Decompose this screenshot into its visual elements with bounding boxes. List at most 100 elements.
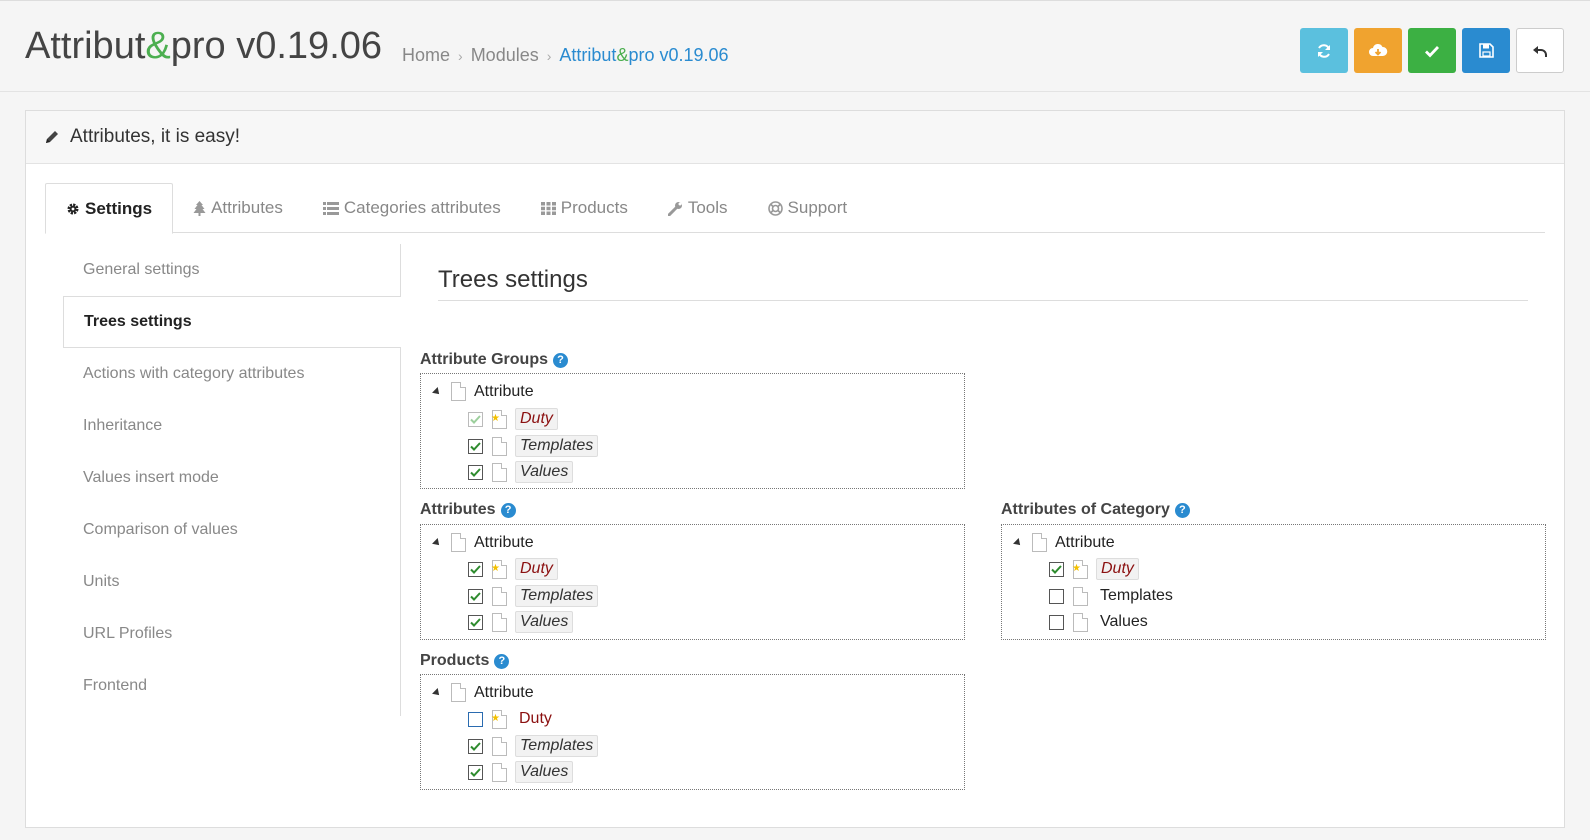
file-icon	[1073, 612, 1088, 632]
node-label[interactable]: Templates	[515, 435, 599, 457]
tree-label-products: Products?	[420, 652, 510, 670]
breadcrumb-home[interactable]: Home	[402, 45, 450, 65]
node-checkbox[interactable]	[1049, 614, 1064, 630]
node-label[interactable]: Values	[515, 761, 574, 783]
tree-node-values[interactable]: Values	[468, 610, 574, 634]
tab-label: Tools	[687, 198, 728, 217]
node-checkbox[interactable]	[468, 438, 483, 454]
sidenav-item-actions-with-category-attributes[interactable]: Actions with category attributes	[63, 348, 400, 400]
node-checkbox[interactable]	[468, 561, 483, 577]
node-label[interactable]: Templates	[515, 585, 599, 607]
panel-heading-text: Attributes, it is easy!	[70, 126, 241, 147]
tree-root-node[interactable]: Attribute	[431, 382, 534, 401]
sidenav-item-comparison-of-values[interactable]: Comparison of values	[63, 504, 400, 556]
help-icon[interactable]: ?	[1174, 502, 1190, 518]
breadcrumb-separator: ›	[458, 48, 463, 64]
tree-node-templates[interactable]: Templates	[468, 434, 599, 458]
node-checkbox[interactable]	[468, 614, 483, 630]
cloud-download-button[interactable]	[1354, 28, 1402, 73]
check-mark-icon	[470, 741, 481, 751]
node-label[interactable]: Templates	[515, 735, 599, 757]
sidenav-item-trees-settings[interactable]: Trees settings	[63, 296, 401, 348]
tree-node-values[interactable]: Values	[468, 760, 574, 784]
section-title: Trees settings	[438, 266, 1528, 301]
tree-label-attributes: Attributes?	[420, 501, 516, 519]
node-checkbox[interactable]	[468, 588, 483, 604]
node-label[interactable]: Duty	[515, 709, 556, 729]
tree-node-values[interactable]: Values	[1049, 610, 1152, 634]
tree-icon	[193, 200, 206, 216]
tree-label-attribute-groups: Attribute Groups?	[420, 351, 568, 369]
tab-bar: Settings Attributes Categories attribute…	[45, 183, 1545, 234]
collapse-arrow-icon[interactable]	[432, 537, 442, 548]
tree-root-node[interactable]: Attribute	[1012, 533, 1115, 552]
save-and-stay-button[interactable]	[1408, 28, 1456, 73]
node-label[interactable]: Duty	[515, 558, 558, 580]
file-star-icon: ★	[491, 559, 507, 579]
sidenav-item-url-profiles[interactable]: URL Profiles	[63, 608, 400, 660]
tree-node-duty[interactable]: ★ Duty	[468, 707, 556, 731]
tab-categories-attributes[interactable]: Categories attributes	[303, 183, 521, 233]
tab-label: Settings	[85, 198, 153, 218]
crumb-amp: &	[616, 45, 629, 65]
node-checkbox[interactable]	[468, 711, 483, 727]
node-checkbox[interactable]	[468, 738, 483, 754]
tree-products: Attribute ★ Duty Templates Values	[420, 674, 965, 790]
node-checkbox[interactable]	[1049, 561, 1064, 577]
node-checkbox[interactable]	[1049, 588, 1064, 604]
refresh-icon	[1318, 43, 1330, 58]
tab-attributes[interactable]: Attributes	[173, 183, 303, 233]
sidenav-item-general-settings[interactable]: General settings	[63, 244, 400, 296]
tree-label-text: Attribute Groups	[420, 351, 548, 368]
sidenav-item-frontend[interactable]: Frontend	[63, 660, 400, 712]
collapse-arrow-icon[interactable]	[1013, 537, 1023, 548]
tab-support[interactable]: Support	[748, 183, 868, 233]
breadcrumb-current[interactable]: Attribut&pro v0.19.06	[559, 45, 728, 65]
tree-root-node[interactable]: Attribute	[431, 533, 534, 552]
tree-node-values[interactable]: Values	[468, 460, 574, 484]
file-icon	[1073, 586, 1088, 606]
check-mark-icon	[470, 564, 481, 574]
tree-node-templates[interactable]: Templates	[468, 584, 599, 608]
tree-node-templates[interactable]: Templates	[1049, 584, 1177, 608]
breadcrumb-modules[interactable]: Modules	[471, 45, 539, 65]
tree-node-duty[interactable]: ★ Duty	[468, 407, 558, 431]
node-checkbox[interactable]	[468, 764, 483, 780]
node-label[interactable]: Values	[515, 611, 574, 633]
tree-root-label: Attribute	[474, 382, 534, 400]
check-mark-icon	[470, 767, 481, 777]
node-checkbox[interactable]	[468, 464, 483, 480]
help-icon[interactable]: ?	[500, 502, 516, 518]
tree-root-label: Attribute	[474, 533, 534, 551]
tree-label-attributes-of-category: Attributes of Category?	[1001, 501, 1190, 519]
sidenav-item-inheritance[interactable]: Inheritance	[63, 400, 400, 452]
node-label[interactable]: Values	[515, 461, 574, 483]
help-icon[interactable]: ?	[553, 352, 568, 368]
tab-products[interactable]: Products	[521, 183, 648, 233]
tree-root-node[interactable]: Attribute	[431, 683, 534, 702]
crumb-prefix: Attribut	[559, 45, 617, 65]
pencil-icon	[46, 131, 58, 143]
tree-node-templates[interactable]: Templates	[468, 734, 599, 758]
back-button[interactable]	[1516, 28, 1564, 73]
node-label[interactable]: Values	[1096, 612, 1152, 632]
collapse-arrow-icon[interactable]	[432, 386, 442, 397]
tree-node-duty[interactable]: ★ Duty	[468, 557, 558, 581]
help-icon[interactable]: ?	[494, 653, 510, 669]
sidenav-item-units[interactable]: Units	[63, 556, 400, 608]
sidenav-item-values-insert-mode[interactable]: Values insert mode	[63, 452, 400, 504]
save-button[interactable]	[1462, 28, 1510, 73]
tab-label: Categories attributes	[343, 198, 501, 217]
node-checkbox[interactable]	[468, 411, 483, 427]
tree-node-duty[interactable]: ★ Duty	[1049, 557, 1139, 581]
collapse-arrow-icon[interactable]	[432, 687, 442, 698]
node-label[interactable]: Templates	[1096, 586, 1177, 606]
tab-tools[interactable]: Tools	[648, 183, 748, 233]
gear-icon	[67, 203, 79, 214]
node-label[interactable]: Duty	[1096, 558, 1139, 580]
check-mark-icon	[470, 617, 481, 627]
tab-settings[interactable]: Settings	[45, 183, 174, 234]
refresh-button[interactable]	[1300, 28, 1348, 73]
node-label[interactable]: Duty	[515, 408, 558, 430]
check-icon	[1425, 45, 1440, 58]
